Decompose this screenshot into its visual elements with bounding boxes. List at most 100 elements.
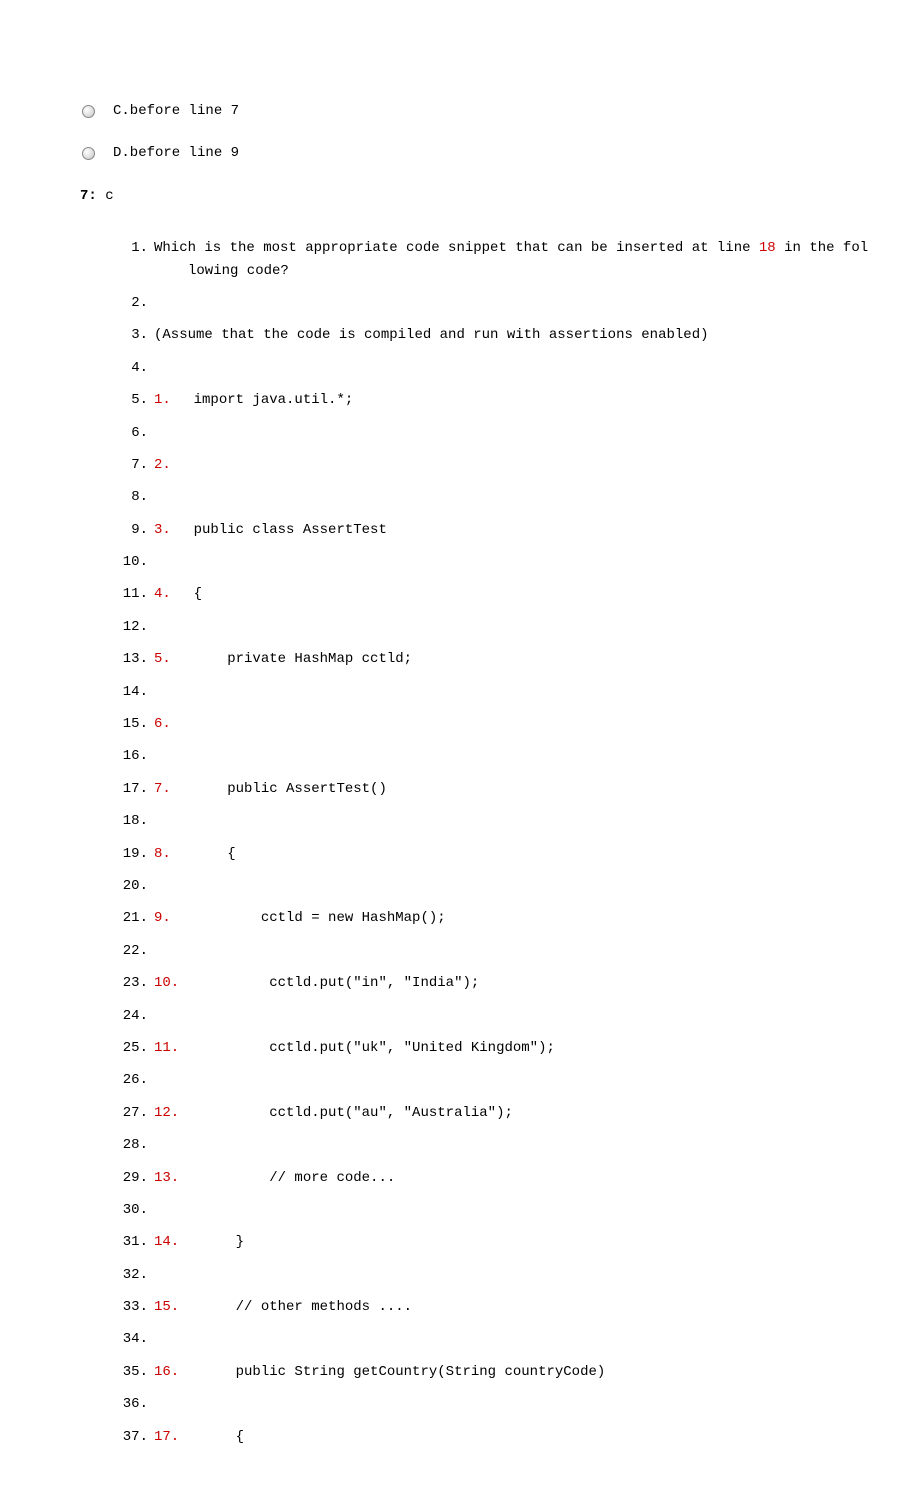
inner-line-number: 6. xyxy=(154,713,171,735)
list-item: 11. 4. { xyxy=(120,583,880,605)
list-item: 14. xyxy=(120,681,880,703)
outer-line-number: 20. xyxy=(120,875,148,897)
list-item: 24. xyxy=(120,1005,880,1027)
inner-line-number: 11. xyxy=(154,1037,179,1059)
outer-line-number: 23. xyxy=(120,972,148,994)
outer-line-number: 14. xyxy=(120,681,148,703)
list-item: 35. 16. public String getCountry(String c… xyxy=(120,1361,880,1383)
list-item: 10. xyxy=(120,551,880,573)
code-content: cctld.put("au", "Australia"); xyxy=(185,1102,513,1124)
inner-line-number: 13. xyxy=(154,1167,179,1189)
list-item: 7. 2. xyxy=(120,454,880,476)
outer-line-number: 2. xyxy=(120,292,148,314)
list-item: 5.1. import java.util.*; xyxy=(120,389,880,411)
inner-line-number: 8. xyxy=(154,843,171,865)
radio-icon[interactable] xyxy=(82,105,95,118)
code-content: public String getCountry(String countryC… xyxy=(185,1361,605,1383)
inner-line-number: 9. xyxy=(154,907,171,929)
outer-line-number: 35. xyxy=(120,1361,148,1383)
outer-line-number: 34. xyxy=(120,1328,148,1350)
list-item: 30. xyxy=(120,1199,880,1221)
code-content: cctld.put("in", "India"); xyxy=(185,972,479,994)
outer-line-number: 36. xyxy=(120,1393,148,1415)
question-text: Which is the most appropriate code snipp… xyxy=(154,237,868,282)
outer-line-number: 12. xyxy=(120,616,148,638)
inner-line-number: 17. xyxy=(154,1426,179,1448)
inner-line-number: 15. xyxy=(154,1296,179,1318)
outer-line-number: 16. xyxy=(120,745,148,767)
list-item: 37. 17. { xyxy=(120,1426,880,1448)
inner-line-number: 12. xyxy=(154,1102,179,1124)
list-item: 19. 8. { xyxy=(120,843,880,865)
option-d-row[interactable]: D.before line 9 xyxy=(40,142,880,164)
outer-line-number: 30. xyxy=(120,1199,148,1221)
list-item: 32. xyxy=(120,1264,880,1286)
list-item: 9.3. public class AssertTest xyxy=(120,519,880,541)
list-item: 23. 10. cctld.put("in", "India"); xyxy=(120,972,880,994)
outer-line-number: 22. xyxy=(120,940,148,962)
code-content: private HashMap cctld; xyxy=(177,648,412,670)
inner-line-number: 16. xyxy=(154,1361,179,1383)
outer-line-number: 11. xyxy=(120,583,148,605)
list-item: 22. xyxy=(120,940,880,962)
outer-line-number: 7. xyxy=(120,454,148,476)
outer-line-number: 13. xyxy=(120,648,148,670)
outer-line-number: 25. xyxy=(120,1037,148,1059)
outer-line-number: 37. xyxy=(120,1426,148,1448)
list-item: 27.12. cctld.put("au", "Australia"); xyxy=(120,1102,880,1124)
outer-line-number: 18. xyxy=(120,810,148,832)
list-item: 31.14. } xyxy=(120,1231,880,1253)
outer-line-number: 31. xyxy=(120,1231,148,1253)
list-item: 26. xyxy=(120,1069,880,1091)
outer-line-number: 24. xyxy=(120,1005,148,1027)
option-c-label: C.before line 7 xyxy=(113,100,239,122)
list-item: 8. xyxy=(120,486,880,508)
inner-line-number: 7. xyxy=(154,778,171,800)
outer-line-number: 10. xyxy=(120,551,148,573)
inner-line-number: 1. xyxy=(154,389,171,411)
list-item: 21.9. cctld = new HashMap(); xyxy=(120,907,880,929)
question-number: 7: xyxy=(80,188,97,204)
code-content: // other methods .... xyxy=(185,1296,412,1318)
inner-line-number: 14. xyxy=(154,1231,179,1253)
outer-line-number: 5. xyxy=(120,389,148,411)
option-c-row[interactable]: C.before line 7 xyxy=(40,100,880,122)
code-content: { xyxy=(177,843,236,865)
list-item: 34. xyxy=(120,1328,880,1350)
outer-line-number: 8. xyxy=(120,486,148,508)
inner-line-number: 10. xyxy=(154,972,179,994)
list-item: 25. 11. cctld.put("uk", "United Kingdom")… xyxy=(120,1037,880,1059)
code-content: { xyxy=(185,1426,244,1448)
code-content: cctld.put("uk", "United Kingdom"); xyxy=(185,1037,555,1059)
outer-line-number: 33. xyxy=(120,1296,148,1318)
question-answer: c xyxy=(105,188,113,204)
inner-line-number: 4. xyxy=(154,583,171,605)
inner-line-number: 2. xyxy=(154,454,171,476)
list-item: 3. (Assume that the code is compiled and… xyxy=(120,324,880,346)
outer-line-number: 6. xyxy=(120,422,148,444)
question-header: 7: c xyxy=(40,185,880,207)
outer-line-number: 1. xyxy=(120,237,148,259)
outer-line-number: 28. xyxy=(120,1134,148,1156)
outer-line-number: 4. xyxy=(120,357,148,379)
code-content: public AssertTest() xyxy=(177,778,387,800)
outer-line-number: 19. xyxy=(120,843,148,865)
outer-line-number: 15. xyxy=(120,713,148,735)
list-item: 17.7. public AssertTest() xyxy=(120,778,880,800)
outer-line-number: 21. xyxy=(120,907,148,929)
list-item: 28. xyxy=(120,1134,880,1156)
list-item: 36. xyxy=(120,1393,880,1415)
list-item: 33. 15. // other methods .... xyxy=(120,1296,880,1318)
assumption-text: (Assume that the code is compiled and ru… xyxy=(154,324,709,346)
list-item: 1. Which is the most appropriate code sn… xyxy=(120,237,880,282)
inner-line-number: 3. xyxy=(154,519,171,541)
outer-line-number: 32. xyxy=(120,1264,148,1286)
list-item: 6. xyxy=(120,422,880,444)
list-item: 12. xyxy=(120,616,880,638)
list-item: 2. xyxy=(120,292,880,314)
list-item: 18. xyxy=(120,810,880,832)
radio-icon[interactable] xyxy=(82,147,95,160)
code-listing: 1. Which is the most appropriate code sn… xyxy=(40,237,880,379)
code-lines-list: 5.1. import java.util.*;6.7.2.8.9.3. pub… xyxy=(40,389,880,1448)
code-content: { xyxy=(177,583,202,605)
